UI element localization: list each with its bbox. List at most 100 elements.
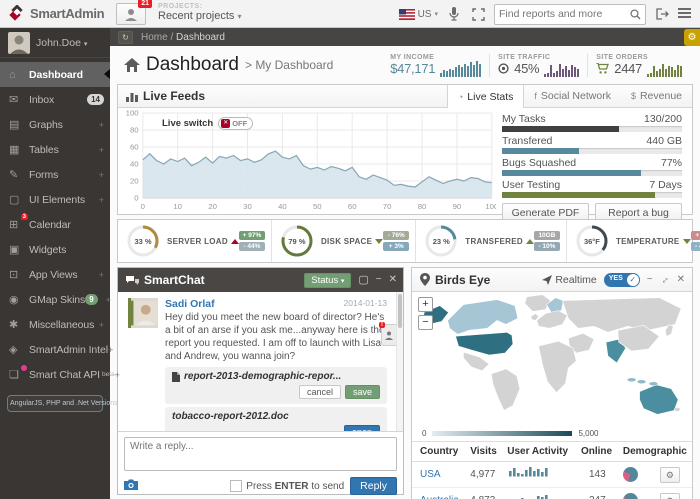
sidebar-item-widgets[interactable]: ▣Widgets [0,237,110,262]
tab-social-network[interactable]: fSocial Network [524,85,621,107]
svg-text:80: 80 [418,202,427,211]
gauge: 23 % [424,224,458,258]
map-region-south-america[interactable] [491,369,520,411]
search-input[interactable] [499,8,630,20]
map-region-uk[interactable] [531,313,539,320]
map-zoom-in-button[interactable]: + [418,297,433,312]
voice-command-button[interactable] [446,6,462,22]
chat-users-tab[interactable]: ! [381,324,396,346]
chat-scrollbar[interactable] [396,292,403,433]
country-link[interactable]: USA [420,469,441,480]
sidebar-item-forms[interactable]: ✎Forms+ [0,162,110,187]
stat-badge: 10GB [534,231,560,240]
expand-plus-icon[interactable]: + [99,270,104,280]
map-region-greenland[interactable] [525,295,551,312]
save-button[interactable]: save [345,385,380,399]
map-region-russia[interactable] [562,298,681,333]
live-stats-progress-panel: My Tasks130/200Transfered440 GBBugs Squa… [496,108,692,215]
expand-plus-icon[interactable]: + [99,120,104,130]
breadcrumb[interactable]: Home / Dashboard [141,32,225,43]
sidebar-item-label: Forms [29,169,58,181]
progress-bugs-squashed: Bugs Squashed77% [502,157,682,176]
map-legend: 0 5,000 [412,425,692,441]
map-region-europe[interactable] [537,311,568,329]
live-switch-toggle[interactable]: ✕ OFF [218,117,253,130]
birds-eye-title: Birds Eye [435,273,490,287]
reply-input[interactable] [124,437,397,471]
map-region-canada[interactable] [448,300,518,335]
country-link[interactable]: Australia [420,495,459,499]
expand-plus-icon[interactable]: + [99,145,104,155]
legend-gradient [432,431,572,436]
map-zoom-out-button[interactable]: − [418,315,433,330]
projects-dropdown[interactable]: PROJECTS: Recent projects ▾ [158,3,242,22]
row-settings-button[interactable]: ⚙ [660,467,680,483]
user-icon [385,331,393,340]
gauge: 36°F [575,224,609,258]
search-icon[interactable] [630,9,641,20]
sidebar-item-gmap-skins[interactable]: ◉GMap Skins9+ [0,287,110,312]
stat-badge: + 124 [691,231,700,240]
activity-button[interactable]: 21 [116,3,146,25]
cancel-button[interactable]: cancel [299,385,341,399]
svg-text:60: 60 [348,202,357,211]
language-selector[interactable]: US ▾ [399,9,438,20]
reply-button[interactable]: Reply [350,477,397,495]
demographic-pie [623,493,638,499]
sidebar-item-app-views[interactable]: ⊡App Views+ [0,262,110,287]
fullscreen-button[interactable] [470,6,486,22]
close-icon[interactable]: ✕ [677,275,685,285]
menu-toggle-button[interactable] [678,6,694,22]
demo-settings-button[interactable]: ⚙ [684,29,700,46]
minimize-icon[interactable]: − [376,275,382,285]
undock-icon[interactable]: ▢ [358,275,368,286]
expand-plus-icon[interactable]: + [115,370,120,380]
sidebar-item-ui-elements[interactable]: ▢UI Elements+ [0,187,110,212]
logout-button[interactable] [654,6,670,22]
map-region-africa[interactable] [539,341,577,392]
world-map[interactable]: + − [412,292,692,425]
online-value: 143 [573,462,615,488]
map-region-australia[interactable] [640,385,679,415]
column-header-online: Online [573,442,615,462]
sidebar-item-tables[interactable]: ▦Tables+ [0,137,110,162]
expand-plus-icon[interactable]: + [99,320,104,330]
map-region-usa[interactable] [456,332,513,355]
message-sender[interactable]: Sadi Orlaf [165,298,215,310]
enter-to-send-checkbox[interactable] [230,480,242,492]
refresh-button[interactable]: ↻ [118,31,133,44]
sidebar-item-graphs[interactable]: ▤Graphs+ [0,112,110,137]
camera-button[interactable] [124,479,138,493]
sidebar-item-smartadmin-intel[interactable]: ◈SmartAdmin Intel+ [0,337,110,362]
user-menu[interactable]: John.Doe ▾ [0,28,110,58]
tab-revenue[interactable]: $Revenue [621,85,692,107]
sidebar-nav: ⌂Dashboard✉Inbox14▤Graphs+▦Tables+✎Forms… [0,58,110,387]
chat-reply-area: Press ENTER to send Reply [118,431,403,494]
sidebar-item-miscellaneous[interactable]: ✱Miscellaneous+ [0,312,110,337]
sidebar-item-smart-chat-api[interactable]: ❏Smart Chat APIbeta+ [0,362,110,387]
stat-badge: - 76% [383,231,409,240]
logo-icon [8,5,25,22]
versions-button[interactable]: AngularJS, PHP and .Net Versions [7,395,103,412]
quick-stat-disk-space: 79 %DISK SPACE- 76%+ 3% [271,220,415,262]
expand-plus-icon[interactable]: + [99,170,104,180]
svg-text:100: 100 [126,110,139,117]
expand-plus-icon[interactable]: + [99,195,104,205]
chat-icon: ❏ [9,368,25,381]
app-logo[interactable]: SmartAdmin [8,5,104,22]
expand-plus-icon[interactable]: + [106,295,111,305]
sidebar-item-inbox[interactable]: ✉Inbox14 [0,87,110,112]
minimize-icon[interactable]: − [647,275,653,285]
svg-text:20: 20 [130,177,139,186]
expand-icon[interactable]: ↔ [658,272,672,286]
close-icon[interactable]: ✕ [389,275,397,285]
sidebar-item-dashboard[interactable]: ⌂Dashboard [0,62,110,87]
tab-live-stats[interactable]: ◔Live Stats [447,85,525,108]
expand-plus-icon[interactable]: + [108,345,113,355]
realtime-toggle[interactable]: YES ✓ [604,273,640,287]
row-settings-button[interactable]: ⚙ [660,493,680,499]
sidebar-item-calendar[interactable]: ⊞3Calendar [0,212,110,237]
beta-tag: beta [102,371,115,378]
status-dropdown-button[interactable]: Status ▾ [304,273,351,288]
map-region-mexico[interactable] [463,352,489,371]
